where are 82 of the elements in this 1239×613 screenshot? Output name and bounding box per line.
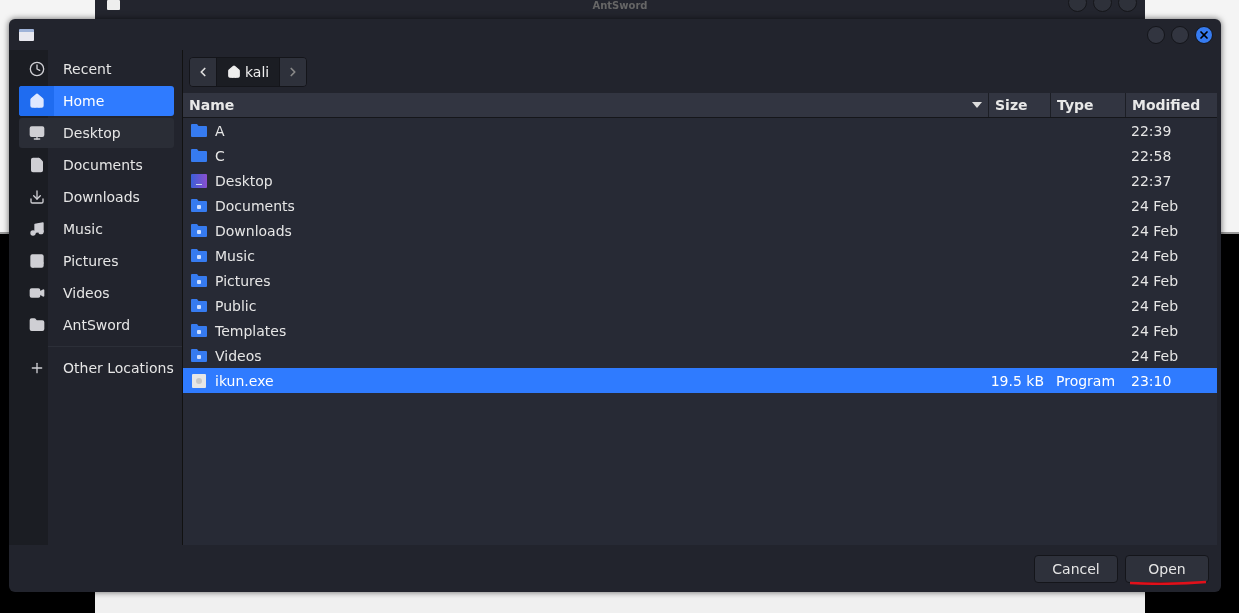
folder-emblem-icon <box>191 349 207 362</box>
desktop-icon <box>28 125 45 141</box>
close-button[interactable] <box>1195 25 1213 44</box>
videos-icon <box>28 285 45 301</box>
desktop-folder-icon <box>191 173 207 188</box>
folder-icon <box>191 124 207 137</box>
file-size: 19.5 kB <box>990 372 1044 389</box>
music-icon <box>28 221 45 237</box>
maximize-button[interactable] <box>1171 25 1189 44</box>
folder-emblem-icon <box>191 324 207 337</box>
folder-emblem-icon <box>191 274 207 287</box>
column-header[interactable]: Modified <box>1125 93 1216 117</box>
file-row[interactable]: Public 24 Feb <box>183 293 1217 318</box>
sidebar-item[interactable]: Pictures <box>19 246 174 276</box>
file-row[interactable]: Music 24 Feb <box>183 243 1217 268</box>
file-modified: 24 Feb <box>1131 272 1179 289</box>
home-icon <box>28 93 45 109</box>
file-name: Pictures <box>215 272 271 289</box>
file-modified: 22:39 <box>1131 122 1172 139</box>
file-modified: 24 Feb <box>1131 222 1179 239</box>
file-modified: 24 Feb <box>1131 297 1179 314</box>
file-row[interactable]: A 22:39 <box>183 118 1217 143</box>
file-modified: 24 Feb <box>1131 347 1179 364</box>
sidebar-item[interactable]: AntSword <box>19 310 174 340</box>
file-name: Templates <box>215 322 287 339</box>
minimize-button[interactable] <box>1147 25 1165 44</box>
file-row[interactable]: ikun.exe 19.5 kB Program 23:10 <box>183 368 1217 393</box>
downloads-icon <box>28 189 45 205</box>
file-modified: 22:58 <box>1131 147 1172 164</box>
sidebar-item[interactable]: Documents <box>19 150 174 180</box>
cancel-button[interactable]: Cancel <box>1034 554 1118 583</box>
file-name: C <box>215 147 225 164</box>
file-row[interactable]: Documents 24 Feb <box>183 193 1217 218</box>
file-name: Videos <box>215 347 262 364</box>
sort-icon <box>972 102 982 108</box>
sidebar-item[interactable]: Recent <box>19 54 174 84</box>
folder-emblem-icon <box>191 249 207 262</box>
sidebar-item[interactable]: Home <box>19 86 174 116</box>
forward-button[interactable] <box>280 57 307 86</box>
file-name: Desktop <box>215 172 273 189</box>
file-row[interactable]: Videos 24 Feb <box>183 343 1217 368</box>
window-icon <box>19 28 34 41</box>
file-name: Music <box>215 247 255 264</box>
path-button[interactable]: kali <box>216 57 281 86</box>
sidebar-item[interactable]: Music <box>19 214 174 244</box>
column-header[interactable]: Type <box>1050 93 1125 117</box>
file-name: Downloads <box>215 222 292 239</box>
folder-emblem-icon <box>191 224 207 237</box>
sidebar-item[interactable]: Videos <box>19 278 174 308</box>
program-icon <box>191 372 207 389</box>
folder-icon <box>28 317 45 333</box>
file-row[interactable]: Pictures 24 Feb <box>183 268 1217 293</box>
folder-emblem-icon <box>191 299 207 312</box>
file-name: Public <box>215 297 257 314</box>
file-row[interactable]: Templates 24 Feb <box>183 318 1217 343</box>
file-modified: 24 Feb <box>1131 322 1179 339</box>
file-modified: 22:37 <box>1131 172 1172 189</box>
open-button[interactable]: Open <box>1125 554 1209 583</box>
back-button[interactable] <box>190 57 216 86</box>
home-icon <box>227 64 241 79</box>
file-modified: 24 Feb <box>1131 197 1179 214</box>
column-header[interactable]: Name <box>183 93 988 117</box>
documents-icon <box>28 157 45 173</box>
close-icon <box>1198 28 1210 41</box>
window-icon <box>107 0 120 10</box>
sidebar-item[interactable]: Other Locations <box>19 353 174 383</box>
file-modified: 23:10 <box>1131 372 1172 389</box>
clock-icon <box>28 61 45 77</box>
file-row[interactable]: Desktop 22:37 <box>183 168 1217 193</box>
file-name: A <box>215 122 225 139</box>
folder-emblem-icon <box>191 199 207 212</box>
column-header[interactable]: Size <box>988 93 1050 117</box>
sidebar-item[interactable]: Desktop <box>19 118 174 148</box>
file-name: Documents <box>215 197 295 214</box>
file-row[interactable]: Downloads 24 Feb <box>183 218 1217 243</box>
sidebar-item[interactable]: Downloads <box>19 182 174 212</box>
folder-icon <box>191 149 207 162</box>
file-row[interactable]: C 22:58 <box>183 143 1217 168</box>
window-title: AntSword <box>592 0 648 13</box>
file-modified: 24 Feb <box>1131 247 1179 264</box>
file-name: ikun.exe <box>215 372 274 389</box>
file-type: Program <box>1056 372 1116 389</box>
